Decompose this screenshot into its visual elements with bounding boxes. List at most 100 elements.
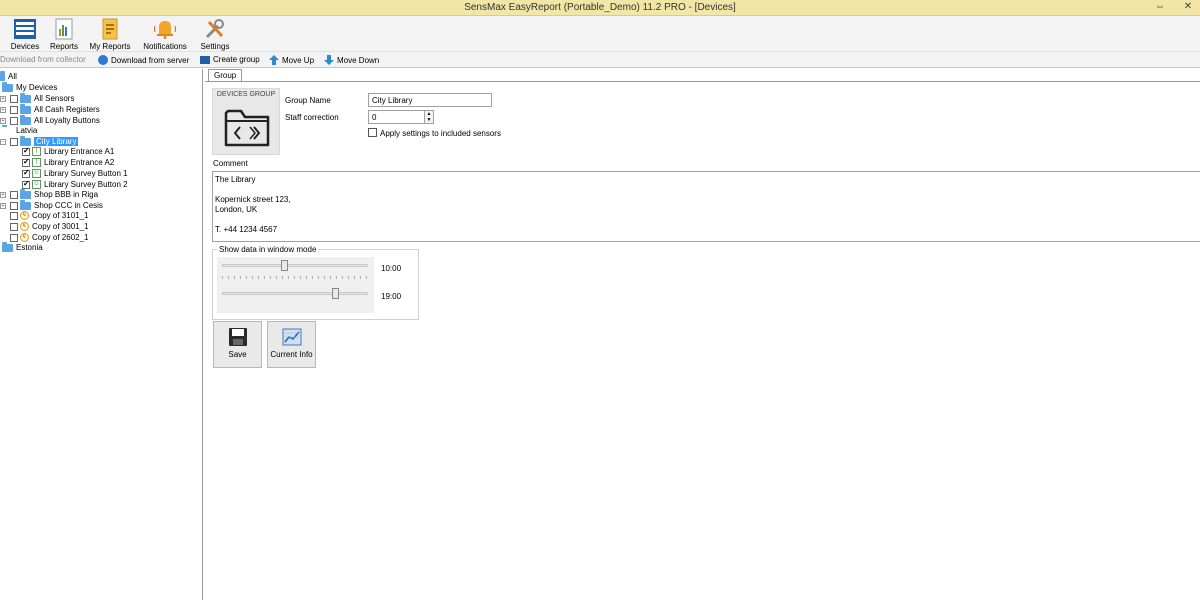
ribbon-my-reports-label: My Reports [89,42,131,51]
tree-node-all[interactable]: All [0,70,17,82]
devices-group-card: DEVICES GROUP [212,88,280,155]
group-panel: Group DEVICES GROUP Group Name Staff cor… [205,69,1200,600]
tab-divider [205,81,1200,82]
tree-node-library-survey-button-1[interactable]: ☺ Library Survey Button 1 [22,168,128,179]
end-time-slider-track[interactable] [222,292,368,295]
start-time-value: 10:00 [381,264,402,273]
current-info-button[interactable]: Current Info [267,321,316,368]
folder-icon [0,70,5,81]
collapse-icon[interactable]: − [0,139,6,145]
comment-line [215,215,1199,225]
device-tree[interactable]: All My Devices + All Sensors + All Cash … [0,69,203,600]
checkbox[interactable] [10,116,18,125]
tree-node-copy-3101-label: Copy of 3101_1 [32,211,89,220]
cash-register-icon: € [20,222,29,231]
time-range-sliders [217,257,374,313]
tree-node-copy-3001[interactable]: € Copy of 3001_1 [10,221,89,232]
group-folder-icon [224,109,270,147]
end-time-slider-thumb[interactable] [332,288,339,299]
tree-node-shop-bbb[interactable]: Shop BBB in Riga [10,188,99,200]
ribbon: Devices Reports My Reports Notifications [0,16,1200,52]
start-time-slider-track[interactable] [222,264,368,267]
tree-node-library-survey-button-2-label: Library Survey Button 2 [44,180,128,189]
window-mode-legend: Show data in window mode [217,245,319,254]
folder-icon [20,114,31,125]
sensor-icon: ⟩ [32,158,41,167]
download-from-collector-label: Download from collector [0,55,86,64]
tree-node-all-sensors-label: All Sensors [34,94,75,103]
apply-settings-label: Apply settings to included sensors [380,129,501,138]
tools-icon [205,19,224,39]
save-button[interactable]: Save [213,321,262,368]
checkbox[interactable] [10,105,18,114]
tree-node-estonia-label: Estonia [16,243,43,252]
group-name-label: Group Name [285,96,331,105]
tree-node-library-entrance-a2[interactable]: ⟩ Library Entrance A2 [22,157,114,168]
download-from-collector-button[interactable]: Download from collector [0,55,86,64]
tree-node-all-cash-registers-label: All Cash Registers [34,105,100,114]
ribbon-reports-button[interactable]: Reports [48,18,80,51]
my-reports-icon [102,18,118,40]
save-label: Save [228,350,247,359]
checkbox[interactable] [22,168,30,178]
tree-node-all-sensors[interactable]: All Sensors [10,92,75,104]
checkbox[interactable] [22,146,30,156]
checkbox[interactable] [10,222,18,231]
folder-icon [20,188,31,199]
tree-node-copy-3001-label: Copy of 3001_1 [32,222,89,231]
group-name-input[interactable] [368,93,492,107]
create-group-button[interactable]: Create group [200,55,260,64]
expand-icon[interactable]: + [0,203,6,209]
download-from-server-button[interactable]: Download from server [98,55,189,65]
tree-node-latvia[interactable]: Latvia [2,124,37,136]
tree-node-library-entrance-a1[interactable]: ⟩ Library Entrance A1 [22,146,114,157]
move-down-button[interactable]: Move Down [324,55,379,65]
window-title: SensMax EasyReport (Portable_Demo) 11.2 … [464,2,736,13]
tree-node-copy-3101[interactable]: € Copy of 3101_1 [10,210,89,221]
survey-button-icon: ☺ [32,169,41,178]
checkbox[interactable] [10,137,18,146]
checkbox[interactable] [10,201,18,210]
tree-node-library-entrance-a1-label: Library Entrance A1 [44,147,115,156]
close-icon[interactable]: ✕ [1180,1,1196,12]
ribbon-devices-button[interactable]: Devices [8,18,42,51]
expand-icon[interactable]: + [0,192,6,198]
tree-node-estonia[interactable]: Estonia [2,241,43,253]
folder-icon [20,103,31,114]
devices-icon [14,19,36,39]
staff-correction-stepper[interactable]: ▲ ▼ [424,110,434,124]
checkbox[interactable] [10,190,18,199]
folder-icon [2,241,13,252]
ribbon-settings-button[interactable]: Settings [198,18,232,51]
comment-line: The Library [215,175,256,184]
checkbox[interactable] [10,233,18,242]
expand-icon[interactable]: + [0,96,6,102]
expand-icon[interactable]: + [0,107,6,113]
toolbar: Download from collector Download from se… [0,52,1200,68]
folder-icon [2,81,13,92]
ribbon-notifications-button[interactable]: Notifications [140,18,190,51]
tree-node-shop-bbb-label: Shop BBB in Riga [34,190,99,199]
checkbox[interactable] [22,179,30,189]
tab-group[interactable]: Group [208,69,243,81]
comment-line: Kopernick street 123, [215,195,291,204]
checkbox[interactable] [10,94,18,103]
expand-icon[interactable]: + [0,118,6,124]
title-bar: SensMax EasyReport (Portable_Demo) 11.2 … [0,0,1200,16]
new-folder-icon [200,55,210,64]
apply-settings-checkbox[interactable] [368,128,377,137]
checkbox[interactable] [10,211,18,220]
restore-icon[interactable]: ⇔ [1152,1,1168,12]
globe-icon [98,55,108,65]
start-time-slider-thumb[interactable] [281,260,288,271]
tree-node-all-cash-registers[interactable]: All Cash Registers [10,103,100,115]
folder-icon [2,124,13,135]
ribbon-my-reports-button[interactable]: My Reports [88,18,132,51]
comment-line [215,185,1199,195]
ribbon-devices-label: Devices [10,42,40,51]
checkbox[interactable] [22,157,30,167]
staff-correction-input[interactable] [368,110,426,124]
comment-textarea[interactable]: The Library Kopernick street 123, London… [212,171,1200,242]
tree-node-my-devices[interactable]: My Devices [2,81,57,93]
move-up-button[interactable]: Move Up [269,55,314,65]
